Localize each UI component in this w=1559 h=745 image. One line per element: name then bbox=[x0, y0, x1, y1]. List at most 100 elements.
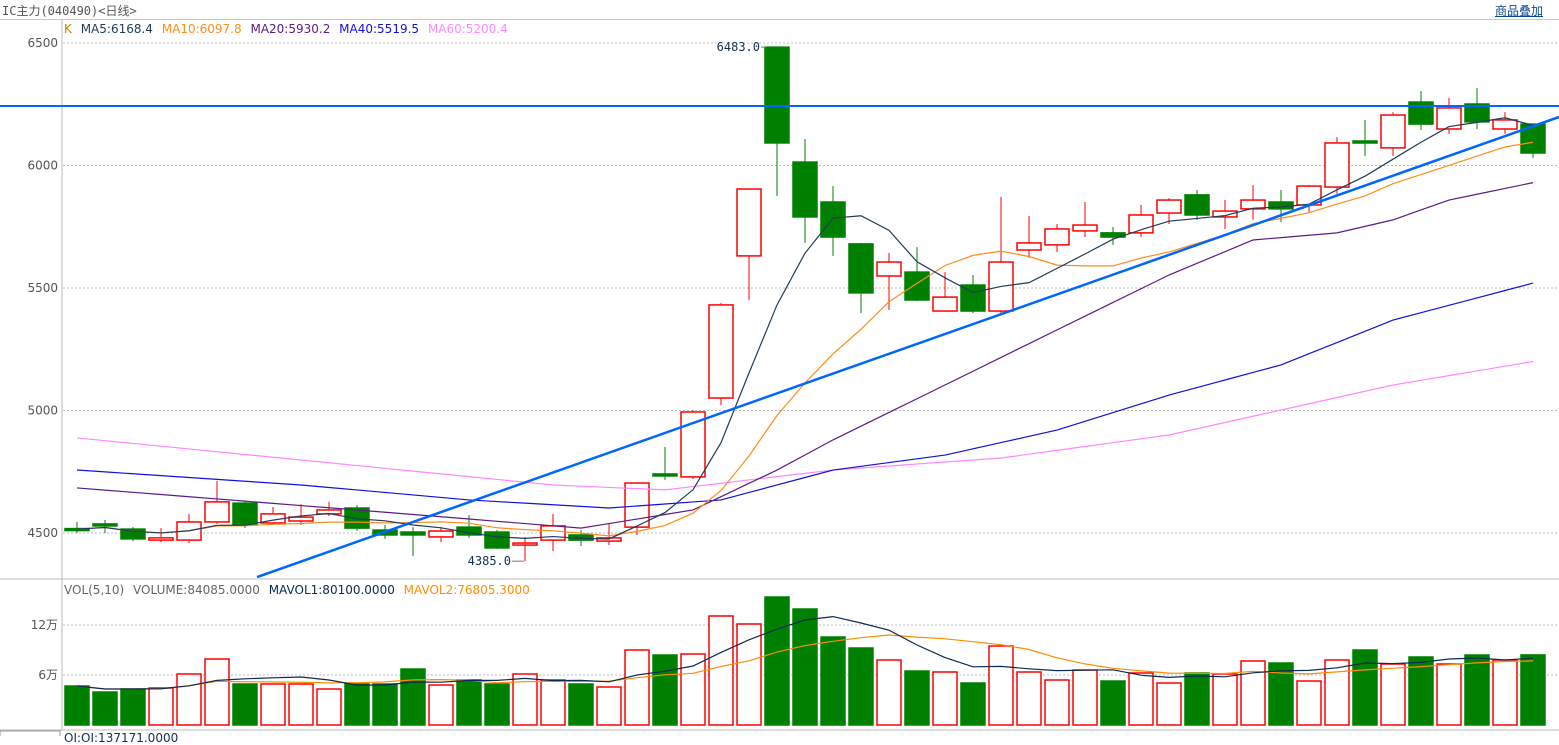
low-annotation: 4385.0 bbox=[468, 554, 511, 568]
volume-bar-down bbox=[820, 636, 846, 726]
volume-bar-up bbox=[624, 649, 650, 726]
high-annotation: 6483.0 bbox=[717, 40, 760, 54]
volume-bar-down bbox=[568, 683, 594, 726]
candle-down bbox=[904, 271, 930, 301]
volume-bar-up bbox=[1436, 663, 1462, 726]
ma60-line bbox=[76, 360, 1534, 491]
volume-bar-up bbox=[1296, 680, 1322, 726]
candle-up bbox=[680, 411, 706, 478]
volume-bar-up bbox=[988, 645, 1014, 726]
candle-down bbox=[232, 502, 258, 526]
price-legend: K MA5:6168.4 MA10:6097.8 MA20:5930.2 MA4… bbox=[64, 22, 513, 36]
volume-bar-up bbox=[932, 671, 958, 726]
volume-bar-up bbox=[1380, 663, 1406, 726]
legend-ma40: MA40:5519.5 bbox=[339, 22, 420, 36]
volume-bar-down bbox=[1464, 654, 1490, 726]
volume-bar-up bbox=[1128, 672, 1154, 726]
candle-up bbox=[736, 188, 762, 257]
candle-up bbox=[512, 542, 538, 546]
legend-ma10: MA10:6097.8 bbox=[161, 22, 242, 36]
volume-bar-down bbox=[960, 682, 986, 726]
candle-up bbox=[428, 530, 454, 538]
legend-mavol1: MAVOL1:80100.0000 bbox=[268, 583, 395, 597]
candle-up bbox=[1072, 224, 1098, 232]
volume-bar-down bbox=[1100, 680, 1126, 726]
candle-down bbox=[960, 284, 986, 312]
volume-bar-up bbox=[428, 684, 454, 726]
volume-bar-down bbox=[400, 668, 426, 726]
volume-bar-down bbox=[64, 685, 90, 726]
volume-bar-down bbox=[372, 683, 398, 726]
volume-bar-up bbox=[1016, 671, 1042, 726]
volume-bar-down bbox=[1520, 654, 1546, 726]
volume-bar-up bbox=[148, 687, 174, 726]
legend-vol: VOL(5,10) bbox=[64, 583, 125, 597]
candle-up bbox=[932, 296, 958, 312]
volume-bar-up bbox=[1044, 679, 1070, 726]
volume-bar-down bbox=[120, 688, 146, 726]
volume-bar-up bbox=[736, 623, 762, 726]
volume-bar-down bbox=[848, 647, 874, 726]
candle-up bbox=[1156, 199, 1182, 214]
trend-line bbox=[256, 115, 1559, 578]
ma40-line bbox=[76, 282, 1534, 509]
volume-bar-down bbox=[484, 683, 510, 726]
volume-bar-down bbox=[456, 679, 482, 726]
legend-ma5: MA5:6168.4 bbox=[80, 22, 153, 36]
volume-bar-down bbox=[92, 691, 118, 726]
price-tick-label: 5000 bbox=[27, 404, 58, 418]
price-tick-label: 4500 bbox=[27, 526, 58, 540]
legend-ma20: MA20:5930.2 bbox=[250, 22, 331, 36]
candle-down bbox=[848, 243, 874, 294]
volume-bar-up bbox=[1492, 659, 1518, 726]
candle-down bbox=[764, 46, 790, 144]
volume-legend: VOL(5,10) VOLUME:84085.0000 MAVOL1:80100… bbox=[64, 583, 535, 597]
volume-bar-down bbox=[344, 683, 370, 726]
candle-up bbox=[1016, 242, 1042, 251]
oi-legend: OI:OI:137171.0000 bbox=[64, 731, 179, 745]
candle-down bbox=[1184, 194, 1210, 216]
candle-down bbox=[792, 161, 818, 218]
price-tick-label: 5500 bbox=[27, 281, 58, 295]
legend-ma60: MA60:5200.4 bbox=[427, 22, 508, 36]
candle-up bbox=[540, 525, 566, 541]
volume-bar-down bbox=[792, 608, 818, 726]
volume-bar-down bbox=[652, 654, 678, 726]
price-tick-label: 6500 bbox=[27, 36, 58, 50]
legend-mavol2: MAVOL2:76805.3000 bbox=[403, 583, 530, 597]
candle-up bbox=[1324, 142, 1350, 188]
candle-up bbox=[1380, 114, 1406, 149]
candle-down bbox=[652, 473, 678, 477]
volume-bar-up bbox=[1156, 682, 1182, 726]
volume-bar-up bbox=[204, 658, 230, 726]
volume-bar-up bbox=[1324, 659, 1350, 726]
volume-bar-down bbox=[904, 670, 930, 726]
volume-bar-up bbox=[176, 673, 202, 726]
candlestick-chart[interactable]: 6500 6000 5500 5000 4500 12万 6万 6483.0 4385.0 bbox=[0, 0, 1559, 736]
volume-bar-up bbox=[1240, 660, 1266, 726]
price-tick-label: 6000 bbox=[27, 159, 58, 173]
candle-up bbox=[876, 261, 902, 277]
volume-tick-label: 12万 bbox=[31, 618, 58, 632]
candle-down bbox=[92, 523, 118, 527]
bottom-axis-box bbox=[0, 730, 61, 736]
volume-bar-down bbox=[232, 683, 258, 726]
volume-bar-down bbox=[1184, 672, 1210, 726]
candle-up bbox=[1492, 119, 1518, 130]
volume-tick-label: 6万 bbox=[38, 668, 58, 682]
legend-k: K bbox=[64, 22, 72, 36]
volume-bar-up bbox=[1072, 669, 1098, 726]
candle-up bbox=[148, 537, 174, 541]
candle-down bbox=[484, 531, 510, 549]
volume-bar-up bbox=[288, 683, 314, 726]
volume-bar-up bbox=[260, 683, 286, 726]
candle-up bbox=[1044, 228, 1070, 246]
candle-down bbox=[1352, 140, 1378, 144]
volume-bar-down bbox=[764, 596, 790, 726]
legend-volume: VOLUME:84085.0000 bbox=[133, 583, 260, 597]
candle-up bbox=[708, 304, 734, 399]
volume-bar-up bbox=[708, 615, 734, 726]
volume-bar-up bbox=[1212, 673, 1238, 726]
volume-bar-up bbox=[596, 686, 622, 726]
candle-down bbox=[400, 531, 426, 536]
